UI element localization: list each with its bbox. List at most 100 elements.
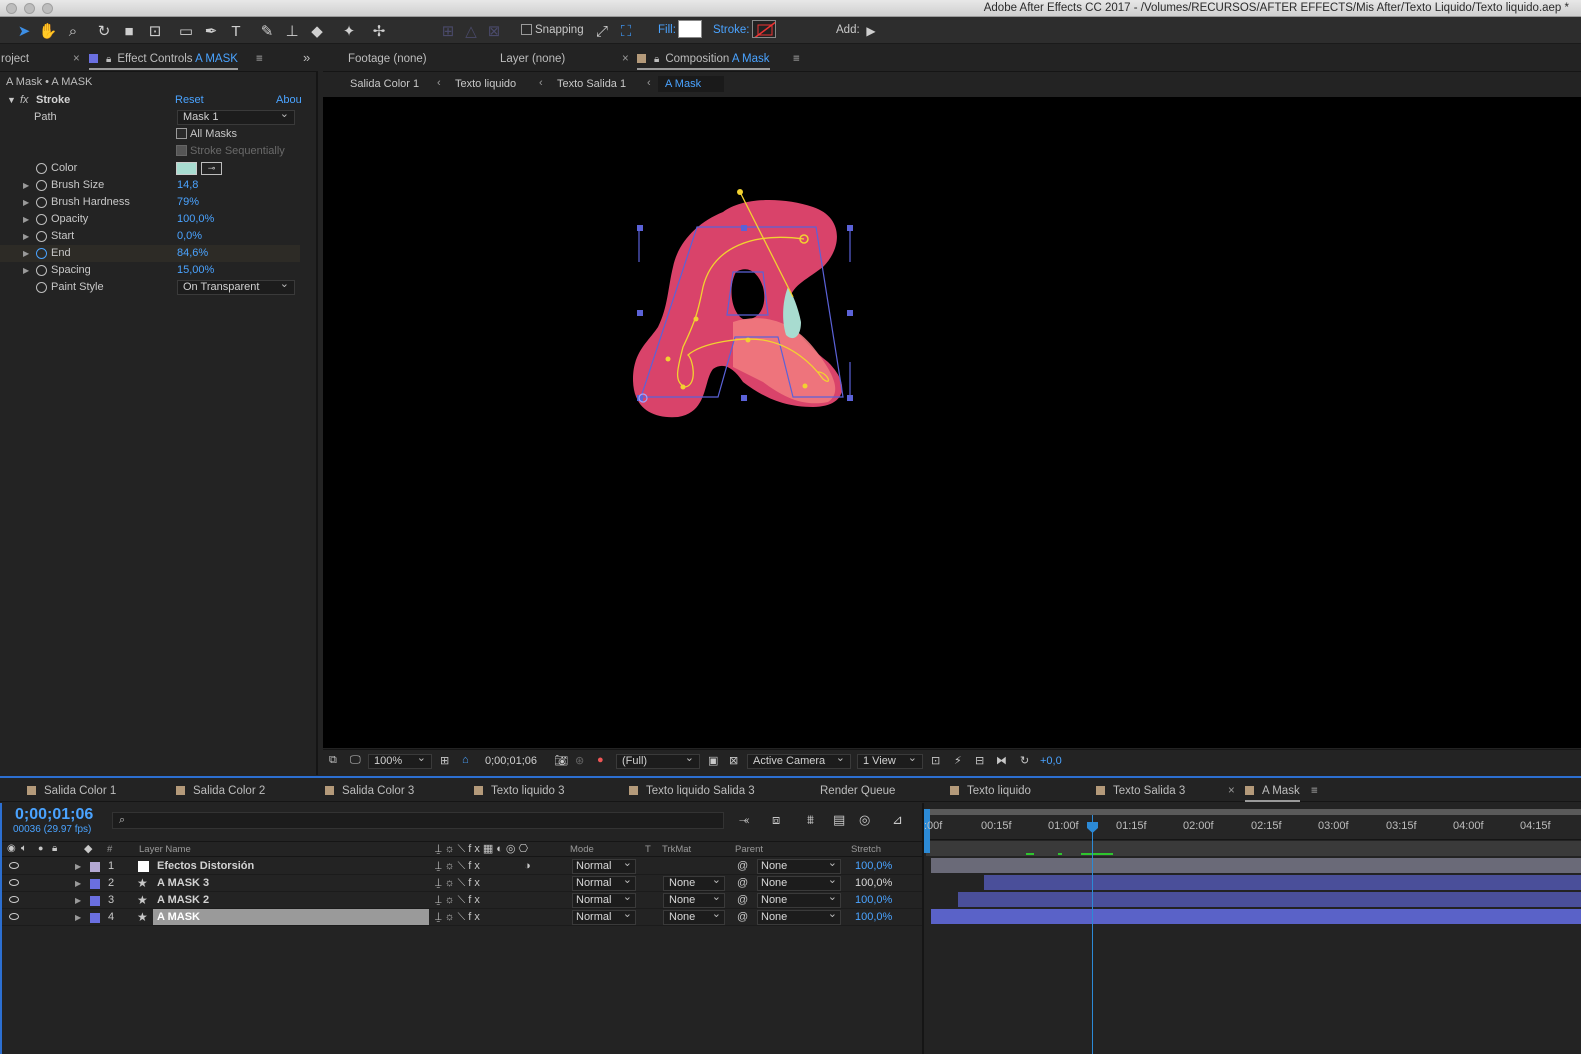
- type-tool-icon[interactable]: T: [225, 20, 247, 42]
- current-time-indicator[interactable]: [1092, 815, 1093, 1054]
- local-axis-icon[interactable]: ⊞: [437, 20, 459, 42]
- views-dropdown[interactable]: 1 View: [857, 752, 923, 769]
- close-tab-icon[interactable]: ×: [622, 48, 629, 70]
- stopwatch-icon[interactable]: [36, 197, 47, 208]
- timeline-timecode[interactable]: 0;00;01;06: [15, 806, 93, 824]
- eye-icon[interactable]: [9, 913, 19, 920]
- composition-viewer[interactable]: [323, 97, 1581, 748]
- exposure-value[interactable]: +0,0: [1040, 755, 1062, 767]
- stroke-sequentially-checkbox[interactable]: Stroke Sequentially: [176, 143, 285, 160]
- tab-composition[interactable]: 🔒︎ Composition A Mask: [637, 48, 770, 70]
- label-column-icon[interactable]: ◆: [84, 842, 92, 855]
- disclosure-triangle-icon[interactable]: ▶: [23, 228, 29, 245]
- tab-layer[interactable]: Layer (none): [500, 48, 565, 70]
- tab-timeline[interactable]: Texto Salida 3: [1096, 780, 1185, 802]
- audio-icon[interactable]: 🔈︎: [21, 843, 27, 854]
- stopwatch-icon[interactable]: [36, 180, 47, 191]
- prop-value[interactable]: 15,00%: [177, 262, 214, 279]
- prop-value[interactable]: 0,0%: [177, 228, 202, 245]
- layer-row[interactable]: ▶ 2 ★ A MASK 3 ⍊☼⟍fx Normal None @ None …: [2, 874, 924, 892]
- layer-name[interactable]: A MASK 3: [157, 875, 209, 892]
- close-tab-icon[interactable]: ×: [73, 48, 80, 70]
- timeline-icon[interactable]: ⊟: [975, 754, 984, 767]
- disclosure-triangle-icon[interactable]: ▶: [23, 245, 29, 262]
- mode-dropdown[interactable]: Normal: [572, 874, 636, 891]
- crumb-item[interactable]: Texto liquido: [455, 78, 516, 90]
- layer-row[interactable]: ▶ 3 ★ A MASK 2 ⍊☼⟍fx Normal None @ None …: [2, 891, 924, 909]
- transparency-grid-icon[interactable]: ⊠: [729, 754, 738, 767]
- prop-value[interactable]: 100,0%: [177, 211, 214, 228]
- mode-dropdown[interactable]: Normal: [572, 908, 636, 925]
- mask-visibility-icon[interactable]: ⌂: [462, 754, 469, 766]
- crumb-item[interactable]: Salida Color 1: [350, 78, 419, 90]
- pickwhip-icon[interactable]: @: [737, 892, 748, 909]
- mode-dropdown[interactable]: Normal: [572, 891, 636, 908]
- layer-bar-4-selected[interactable]: [931, 909, 1581, 924]
- close-tab-icon[interactable]: ×: [1228, 780, 1235, 802]
- snapshot-icon[interactable]: 📷︎: [554, 754, 568, 767]
- hand-tool-icon[interactable]: ✋: [37, 20, 59, 42]
- all-masks-checkbox[interactable]: All Masks: [176, 126, 237, 143]
- trkmat-dropdown[interactable]: None: [663, 891, 725, 908]
- zoom-tool-icon[interactable]: ⌕: [62, 20, 84, 42]
- selection-tool-icon[interactable]: ➤: [13, 20, 35, 42]
- minimize-window-button[interactable]: [24, 3, 35, 14]
- resolution-dropdown[interactable]: (Full): [616, 752, 700, 769]
- tab-render-queue[interactable]: Render Queue: [820, 780, 895, 802]
- layer-bar-2[interactable]: [984, 875, 1581, 890]
- rectangle-tool-icon[interactable]: ▭: [175, 20, 197, 42]
- clone-stamp-tool-icon[interactable]: ⊥: [281, 20, 303, 42]
- trkmat-dropdown[interactable]: None: [663, 908, 725, 925]
- lock-icon[interactable]: 🔒︎: [106, 54, 111, 65]
- prop-value[interactable]: 79%: [177, 194, 199, 211]
- layer-name-header[interactable]: Layer Name: [139, 844, 191, 855]
- region-of-interest-icon[interactable]: ▣: [708, 754, 718, 767]
- stretch-value[interactable]: 100,0%: [855, 858, 892, 875]
- timeline-graph-area[interactable]: [922, 803, 1581, 1054]
- layer-name[interactable]: A MASK 2: [157, 892, 209, 909]
- tab-timeline[interactable]: Texto liquido: [950, 780, 1031, 802]
- panel-menu-icon[interactable]: ≡: [256, 48, 263, 70]
- tab-timeline[interactable]: Texto liquido Salida 3: [629, 780, 755, 802]
- toggle-pixel-aspect-icon[interactable]: ⊡: [931, 754, 940, 767]
- world-axis-icon[interactable]: △: [460, 20, 482, 42]
- roto-brush-tool-icon[interactable]: ✦: [338, 20, 360, 42]
- composition-canvas[interactable]: [323, 97, 1581, 748]
- video-visibility-icon[interactable]: ◉: [7, 843, 16, 854]
- layer-row[interactable]: ▶ 1 Efectos Distorsión ⍊☼⟍fx ◑ Normal @ …: [2, 857, 924, 875]
- tab-timeline[interactable]: Texto liquido 3: [474, 780, 565, 802]
- disclosure-triangle-icon[interactable]: ▶: [75, 875, 81, 892]
- motion-blur-icon[interactable]: ◎: [859, 812, 870, 828]
- about-link[interactable]: Abou: [276, 92, 302, 109]
- disclosure-triangle-icon[interactable]: ▶: [23, 177, 29, 194]
- stopwatch-icon[interactable]: [36, 231, 47, 242]
- tab-timeline[interactable]: Salida Color 3: [325, 780, 414, 802]
- layer-switches-icon[interactable]: ⍊☼⟍fx: [435, 892, 483, 909]
- snap-features-icon[interactable]: ⛶: [615, 20, 637, 42]
- lock-icon[interactable]: 🔒︎: [654, 54, 659, 65]
- layer-bar-3[interactable]: [958, 892, 1581, 907]
- disclosure-triangle-icon[interactable]: ▶: [75, 858, 81, 875]
- disclosure-triangle-icon[interactable]: ▶: [23, 194, 29, 211]
- expand-panels-icon[interactable]: »: [303, 47, 310, 69]
- label-color-icon[interactable]: [90, 879, 100, 889]
- reset-link[interactable]: Reset: [175, 92, 204, 109]
- tab-effect-controls[interactable]: 🔒︎ Effect Controls A MASK: [89, 48, 238, 70]
- stretch-value[interactable]: 100,0%: [855, 875, 892, 892]
- eye-icon[interactable]: [9, 896, 19, 903]
- tab-timeline-active[interactable]: A Mask: [1245, 780, 1300, 802]
- label-color-icon[interactable]: [90, 913, 100, 923]
- fast-previews-icon[interactable]: ⚡︎: [954, 754, 962, 767]
- channels-icon[interactable]: ●: [597, 754, 604, 766]
- close-window-button[interactable]: [6, 3, 17, 14]
- layer-search-input[interactable]: ⌕: [112, 812, 724, 829]
- label-color-icon[interactable]: [90, 896, 100, 906]
- disclosure-triangle-icon[interactable]: ▶: [23, 211, 29, 228]
- rotate-tool-icon[interactable]: ↻: [93, 20, 115, 42]
- safe-margins-icon[interactable]: ⊞: [440, 754, 449, 767]
- viewer-timecode[interactable]: 0;00;01;06: [485, 755, 537, 767]
- disclosure-triangle-icon[interactable]: ▼: [7, 92, 16, 109]
- stretch-value[interactable]: 100,0%: [855, 909, 892, 926]
- reset-exposure-icon[interactable]: ↻: [1020, 754, 1029, 767]
- stopwatch-icon[interactable]: [36, 265, 47, 276]
